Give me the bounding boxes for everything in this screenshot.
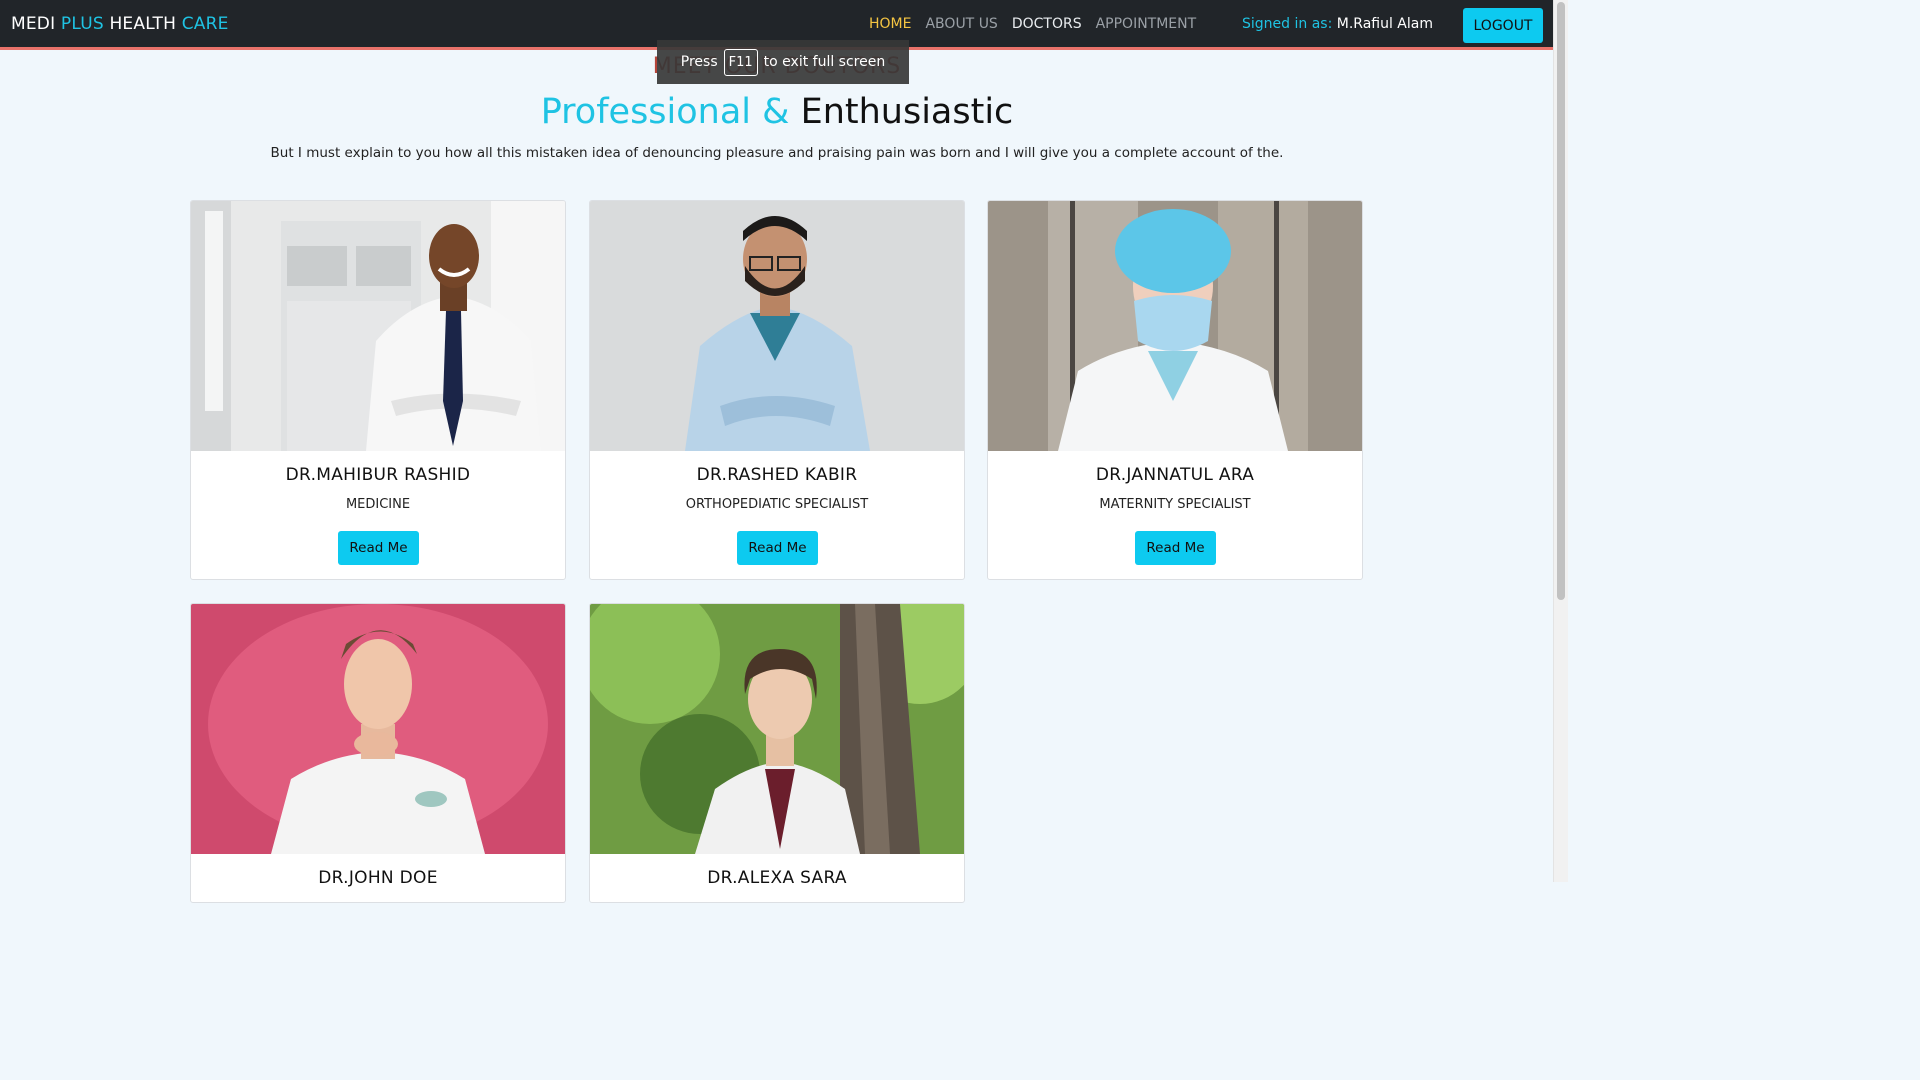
logout-button[interactable]: LOGOUT [1463, 8, 1543, 43]
doctor-name: DR.JANNATUL ARA [1095, 465, 1255, 485]
doctor-photo [590, 201, 964, 451]
doctor-photo [191, 604, 565, 854]
doctor-name: DR.ALEXA SARA [707, 868, 847, 888]
doctor-card: DR.JANNATUL ARA MATERNITY SPECIALIST Rea… [987, 200, 1363, 580]
nav-link-home[interactable]: HOME [869, 16, 911, 32]
toast-after: to exit full screen [763, 54, 886, 70]
brand-part-medi: MEDI [11, 14, 61, 34]
headline-accent: Professional & [540, 92, 801, 132]
nav-link-doctors[interactable]: DOCTORS [1012, 16, 1082, 32]
section-headline: Professional & Enthusiastic [0, 92, 1554, 132]
brand-part-care: CARE [181, 14, 229, 34]
fullscreen-toast: Press F11 to exit full screen [657, 40, 909, 84]
brand-logo[interactable]: MEDI PLUS HEALTH CARE [11, 14, 229, 34]
doctor-name: DR.JOHN DOE [318, 868, 438, 888]
signed-in-user: M.Rafiul Alam [1336, 16, 1433, 32]
read-me-button[interactable]: Read Me [737, 531, 818, 565]
doctor-specialty: MEDICINE [345, 497, 411, 512]
section-lead: But I must explain to you how all this m… [270, 145, 1284, 161]
brand-part-health: HEALTH [103, 14, 182, 34]
toast-press: Press [680, 54, 718, 70]
doctor-photo [191, 201, 565, 451]
doctor-card: DR.RASHED KABIR ORTHOPEDIATIC SPECIALIST… [589, 200, 965, 580]
doctor-photo [590, 604, 964, 854]
doctor-card: DR.MAHIBUR RASHID MEDICINE Read Me [190, 200, 566, 580]
nav-link-appointment[interactable]: APPOINTMENT [1096, 16, 1197, 32]
scrollbar-thumb[interactable] [1557, 2, 1565, 600]
brand-part-plus: PLUS [60, 14, 104, 34]
toast-key: F11 [723, 48, 758, 76]
signed-in-label: Signed in as: [1242, 16, 1337, 32]
signed-in-status: Signed in as: M.Rafiul Alam [1242, 16, 1433, 32]
headline-rest: Enthusiastic [800, 92, 1014, 132]
read-me-button[interactable]: Read Me [338, 531, 419, 565]
doctor-photo [988, 201, 1362, 451]
doctor-name: DR.RASHED KABIR [696, 465, 858, 485]
doctor-card: DR.ALEXA SARA [589, 603, 965, 903]
read-me-button[interactable]: Read Me [1135, 531, 1216, 565]
page-scrollbar[interactable] [1553, 0, 1568, 882]
nav-links: HOME ABOUT US DOCTORS APPOINTMENT [869, 16, 1196, 32]
doctor-name: DR.MAHIBUR RASHID [285, 465, 471, 485]
doctor-specialty: MATERNITY SPECIALIST [1099, 497, 1251, 512]
doctor-card: DR.JOHN DOE [190, 603, 566, 903]
doctor-specialty: ORTHOPEDIATIC SPECIALIST [685, 497, 869, 512]
nav-link-about-us[interactable]: ABOUT US [925, 16, 997, 32]
